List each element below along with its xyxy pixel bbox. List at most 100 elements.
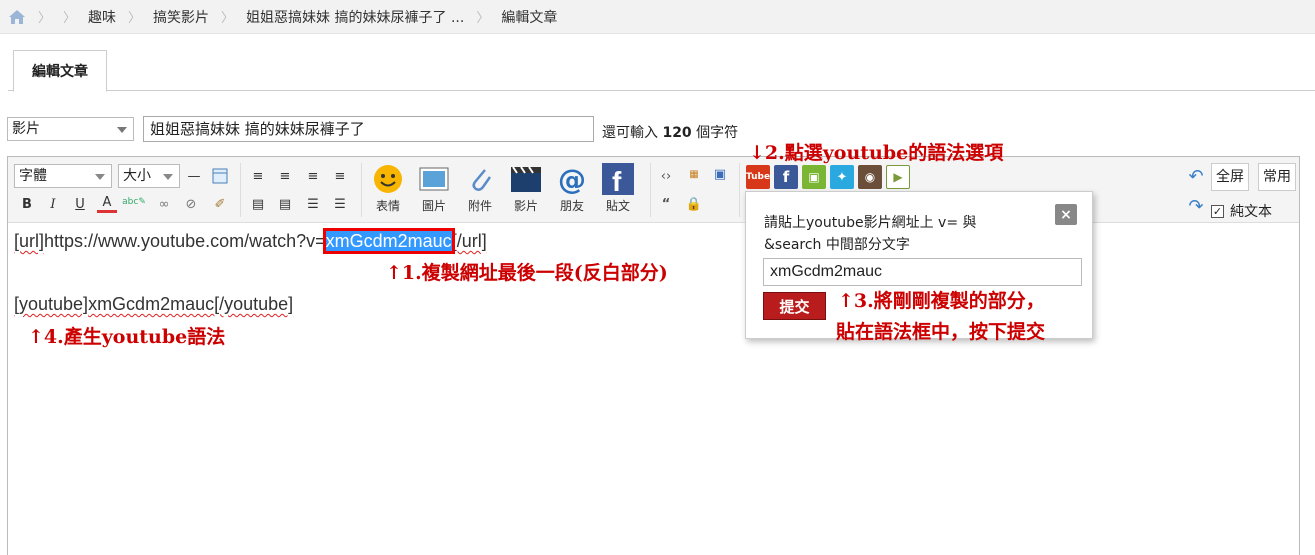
align-right-icon[interactable]: ≡ — [303, 167, 323, 185]
unlink-icon[interactable]: ⊘ — [181, 195, 201, 213]
post-label: 貼文 — [605, 199, 630, 213]
annotation-step1: ↑1.複製網址最後一段(反白部分) — [386, 262, 668, 284]
size-select-label: 大小 — [123, 168, 151, 184]
twitter-icon[interactable]: ✦ — [830, 165, 854, 189]
underline-icon[interactable]: U — [70, 195, 90, 213]
chevron-down-icon — [163, 174, 173, 180]
quote-icon[interactable]: “ — [656, 195, 676, 213]
content-line-url: [url]https://www.youtube.com/watch?v=xmG… — [14, 228, 487, 254]
plaintext-checkbox[interactable]: ✓ — [1211, 204, 1224, 218]
undo-icon[interactable]: ↶ — [1186, 166, 1206, 187]
chevron-down-icon — [95, 174, 105, 180]
toolbar-divider — [361, 163, 362, 217]
breadcrumb-separator: 〉 — [38, 11, 52, 26]
image-label: 圖片 — [421, 199, 446, 213]
annotation-step4: ↑4.產生youtube語法 — [28, 326, 226, 348]
remaining-count: 120 — [662, 125, 692, 141]
instruction-line: 請貼上youtube影片網址上 v= 與 — [764, 215, 977, 231]
category-select[interactable]: 影片 — [7, 117, 134, 141]
breadcrumb-item[interactable]: 趣味 — [88, 7, 116, 27]
url-close-tag: [/url] — [451, 231, 487, 251]
film-icon — [510, 163, 542, 195]
editor: 字體 大小 — B I U A abc✎ ∞ ⊘ ✐ ≡ ≡ ≡ ≡ ▤ ▤ ☰… — [7, 156, 1300, 555]
size-select[interactable]: 大小 — [118, 164, 180, 188]
breadcrumb-separator: 〉 — [476, 11, 490, 26]
align-center-icon[interactable]: ≡ — [275, 167, 295, 185]
toolbar-divider — [739, 163, 740, 217]
breadcrumb-current: 編輯文章 — [501, 9, 558, 26]
url-open-tag: [url] — [14, 231, 45, 251]
youtube-open-tag: [youtube] — [14, 294, 89, 314]
instagram-icon[interactable]: ◉ — [858, 165, 882, 189]
align-justify-icon[interactable]: ≡ — [330, 167, 350, 185]
image-icon — [418, 163, 450, 195]
youtube-id-input[interactable]: xmGcdm2mauc — [763, 258, 1082, 286]
breadcrumb-separator: 〉 — [63, 11, 77, 26]
common-button[interactable]: 常用 — [1258, 163, 1296, 191]
paperclip-icon — [464, 163, 496, 195]
word-doc-icon[interactable]: ▣ — [710, 165, 730, 183]
toolbar-divider — [240, 163, 241, 217]
plaintext-label: 純文本 — [1230, 204, 1272, 220]
breadcrumb-separator: 〉 — [221, 11, 235, 26]
svg-text:f: f — [612, 166, 622, 195]
bold-icon[interactable]: B — [17, 195, 37, 213]
annotation-step3-line2: 貼在語法框中，按下提交 — [836, 321, 1046, 343]
remaining-prefix: 還可輸入 — [602, 125, 658, 141]
smiley-icon — [372, 163, 404, 195]
table-icon[interactable] — [210, 167, 230, 185]
close-icon[interactable]: × — [1055, 204, 1077, 225]
float-right-icon[interactable]: ▤ — [275, 195, 295, 213]
tab-bar: 編輯文章 — [8, 50, 1315, 92]
friend-button[interactable]: @ 朋友 — [554, 163, 590, 214]
video-button[interactable]: 影片 — [508, 163, 544, 214]
friend-label: 朋友 — [559, 199, 584, 213]
breadcrumb-item[interactable]: 搞笑影片 — [153, 7, 209, 27]
font-select[interactable]: 字體 — [14, 164, 112, 188]
home-icon[interactable] — [8, 9, 26, 25]
play-icon[interactable]: ▶ — [886, 165, 910, 189]
free-tag-icon[interactable]: ▦ — [684, 165, 704, 183]
breadcrumb-separator: 〉 — [128, 11, 142, 26]
facebook-icon: f — [602, 163, 634, 195]
url-text: https://www.youtube.com/watch?v= — [44, 231, 326, 251]
align-left-icon[interactable]: ≡ — [248, 167, 268, 185]
clear-format-icon[interactable]: ✐ — [210, 195, 230, 213]
toolbar-divider — [650, 163, 651, 217]
annotation-step3-line1: ↑3.將剛剛複製的部分， — [838, 290, 1045, 312]
font-select-label: 字體 — [19, 168, 47, 184]
emoji-button[interactable]: 表情 — [370, 163, 406, 214]
unordered-list-icon[interactable]: ☰ — [330, 195, 350, 213]
font-color-icon[interactable]: A — [97, 195, 117, 213]
redo-icon[interactable]: ↷ — [1186, 196, 1206, 217]
ordered-list-icon[interactable]: ☰ — [303, 195, 323, 213]
tudou-icon[interactable]: ▣ — [802, 165, 826, 189]
title-input[interactable]: 姐姐惡搞妹妹 搞的妹妹尿褲子了 — [143, 116, 594, 142]
code-icon[interactable]: ‹› — [656, 167, 676, 185]
remaining-suffix: 個字符 — [696, 125, 739, 141]
chevron-down-icon — [117, 127, 127, 133]
link-icon[interactable]: ∞ — [154, 195, 174, 213]
emoji-label: 表情 — [375, 199, 400, 213]
horizontal-rule-icon[interactable]: — — [184, 167, 204, 185]
fullscreen-button[interactable]: 全屏 — [1211, 163, 1249, 191]
italic-icon[interactable]: I — [43, 195, 63, 213]
editor-toolbar: 字體 大小 — B I U A abc✎ ∞ ⊘ ✐ ≡ ≡ ≡ ≡ ▤ ▤ ☰… — [8, 157, 1299, 223]
spellcheck-icon[interactable]: abc✎ — [122, 193, 146, 211]
submit-button[interactable]: 提交 — [763, 292, 826, 320]
tab-edit-article[interactable]: 編輯文章 — [13, 50, 107, 92]
selected-video-id: xmGcdm2mauc — [322, 228, 455, 254]
attachment-label: 附件 — [467, 199, 492, 213]
annotation-step2: ↓2.點選youtube的語法選項 — [749, 142, 1004, 164]
float-left-icon[interactable]: ▤ — [248, 195, 268, 213]
breadcrumb-item[interactable]: 姐姐惡搞妹妹 搞的妹妹尿褲子了 ... — [246, 7, 464, 27]
plaintext-toggle[interactable]: ✓ 純文本 — [1211, 201, 1272, 221]
youtube-icon[interactable]: Tube — [746, 165, 770, 189]
instruction-line: &search 中間部分文字 — [764, 237, 910, 253]
image-button[interactable]: 圖片 — [416, 163, 452, 214]
facebook-video-icon[interactable]: f — [774, 165, 798, 189]
attachment-button[interactable]: 附件 — [462, 163, 498, 214]
post-button[interactable]: f 貼文 — [600, 163, 636, 214]
lock-icon[interactable]: 🔒 — [684, 195, 704, 213]
category-value: 影片 — [12, 121, 40, 137]
